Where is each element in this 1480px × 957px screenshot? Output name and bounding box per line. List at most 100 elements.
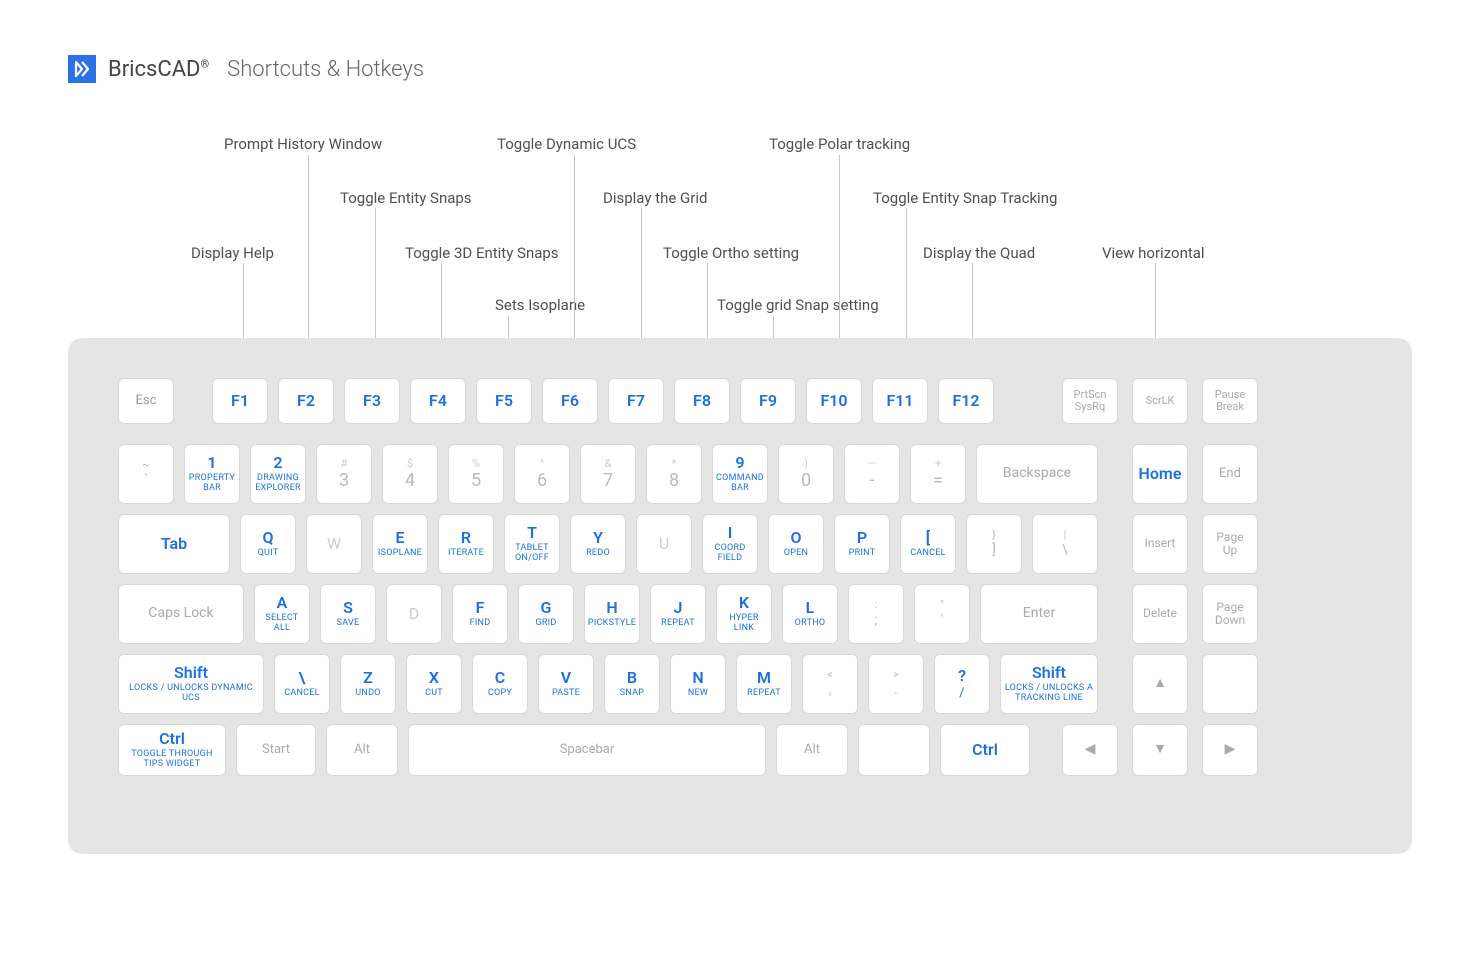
key-left-ctrl[interactable]: CtrlTOGGLE THROUGH TIPS WIDGET — [118, 724, 226, 776]
key-blank-right[interactable] — [1202, 654, 1258, 714]
key-arrow-right[interactable]: ▶ — [1202, 724, 1258, 776]
callout-f6: Toggle Dynamic UCS — [497, 135, 636, 153]
key-v[interactable]: VPASTE — [538, 654, 594, 714]
key-right-shift[interactable]: ShiftLOCKS / UNLOCKS A TRACKING LINE — [1000, 654, 1098, 714]
key-intl-backslash[interactable]: \CANCEL — [274, 654, 330, 714]
key-e[interactable]: EISOPLANE — [372, 514, 428, 574]
key-f11[interactable]: F11 — [872, 378, 928, 424]
key-b[interactable]: BSNAP — [604, 654, 660, 714]
key-pause[interactable]: PauseBreak — [1202, 378, 1258, 424]
key-prtscn[interactable]: PrtScnSysRq — [1062, 378, 1118, 424]
key-page-up[interactable]: PageUp — [1202, 514, 1258, 574]
callout-home: View horizontal — [1102, 244, 1205, 262]
key-3[interactable]: #3 — [316, 444, 372, 504]
key-f6[interactable]: F6 — [542, 378, 598, 424]
brand-name: BricsCAD® — [108, 57, 209, 82]
key-f2[interactable]: F2 — [278, 378, 334, 424]
key-comma[interactable]: <, — [802, 654, 858, 714]
callout-f12: Display the Quad — [923, 244, 1035, 262]
key-minus[interactable]: —- — [844, 444, 900, 504]
key-backslash[interactable]: |\ — [1032, 514, 1098, 574]
key-tilde[interactable]: ~` — [118, 444, 174, 504]
key-f3[interactable]: F3 — [344, 378, 400, 424]
key-2[interactable]: 2DRAWING EXPLORER — [250, 444, 306, 504]
key-delete[interactable]: Delete — [1132, 584, 1188, 644]
key-right-bracket[interactable]: }] — [966, 514, 1022, 574]
key-f1[interactable]: F1 — [212, 378, 268, 424]
key-menu[interactable] — [858, 724, 930, 776]
key-a[interactable]: ASELECT ALL — [254, 584, 310, 644]
key-f12[interactable]: F12 — [938, 378, 994, 424]
key-f7[interactable]: F7 — [608, 378, 664, 424]
key-left-alt[interactable]: Alt — [326, 724, 398, 776]
page-subtitle: Shortcuts & Hotkeys — [227, 57, 424, 82]
key-t[interactable]: TTABLET ON/OFF — [504, 514, 560, 574]
key-quote[interactable]: "' — [914, 584, 970, 644]
key-arrow-up[interactable]: ▲ — [1132, 654, 1188, 714]
key-n[interactable]: NNEW — [670, 654, 726, 714]
key-l[interactable]: LORTHO — [782, 584, 838, 644]
key-h[interactable]: HPICKSTYLE — [584, 584, 640, 644]
key-left-shift[interactable]: ShiftLOCKS / UNLOCKS DYNAMIC UCS — [118, 654, 264, 714]
key-enter[interactable]: Enter — [980, 584, 1098, 644]
key-home[interactable]: Home — [1132, 444, 1188, 504]
key-8[interactable]: *8 — [646, 444, 702, 504]
key-g[interactable]: GGRID — [518, 584, 574, 644]
key-0[interactable]: )0 — [778, 444, 834, 504]
key-scrlk[interactable]: ScrLK — [1132, 378, 1188, 424]
key-left-bracket[interactable]: [CANCEL — [900, 514, 956, 574]
key-4[interactable]: $4 — [382, 444, 438, 504]
key-escape[interactable]: Esc — [118, 378, 174, 424]
keyboard: Esc F1 F2 F3 F4 F5 F6 F7 F8 F9 F10 F11 F… — [68, 338, 1412, 854]
key-s[interactable]: SSAVE — [320, 584, 376, 644]
key-right-alt[interactable]: Alt — [776, 724, 848, 776]
key-f[interactable]: FFIND — [452, 584, 508, 644]
key-insert[interactable]: Insert — [1132, 514, 1188, 574]
key-page-down[interactable]: PageDown — [1202, 584, 1258, 644]
key-y[interactable]: YREDO — [570, 514, 626, 574]
key-r[interactable]: RITERATE — [438, 514, 494, 574]
key-w[interactable]: W — [306, 514, 362, 574]
key-f8[interactable]: F8 — [674, 378, 730, 424]
key-6[interactable]: ^6 — [514, 444, 570, 504]
key-end[interactable]: End — [1202, 444, 1258, 504]
key-spacebar[interactable]: Spacebar — [408, 724, 766, 776]
key-caps-lock[interactable]: Caps Lock — [118, 584, 244, 644]
key-1[interactable]: 1PROPERTY BAR — [184, 444, 240, 504]
key-d[interactable]: D — [386, 584, 442, 644]
key-semicolon[interactable]: :; — [848, 584, 904, 644]
key-backspace[interactable]: Backspace — [976, 444, 1098, 504]
key-right-ctrl[interactable]: Ctrl — [940, 724, 1030, 776]
key-u[interactable]: U — [636, 514, 692, 574]
key-i[interactable]: ICOORD FIELD — [702, 514, 758, 574]
key-f9[interactable]: F9 — [740, 378, 796, 424]
key-tab[interactable]: Tab — [118, 514, 230, 574]
key-equals[interactable]: += — [910, 444, 966, 504]
key-z[interactable]: ZUNDO — [340, 654, 396, 714]
key-5[interactable]: %5 — [448, 444, 504, 504]
logo-icon — [68, 55, 96, 83]
key-slash[interactable]: ?/ — [934, 654, 990, 714]
key-9[interactable]: 9COMMAND BAR — [712, 444, 768, 504]
key-f10[interactable]: F10 — [806, 378, 862, 424]
key-f4[interactable]: F4 — [410, 378, 466, 424]
key-f5[interactable]: F5 — [476, 378, 532, 424]
key-q[interactable]: QQUIT — [240, 514, 296, 574]
callout-f3: Toggle Entity Snaps — [340, 189, 472, 207]
key-arrow-left[interactable]: ◀ — [1062, 724, 1118, 776]
key-o[interactable]: OOPEN — [768, 514, 824, 574]
key-x[interactable]: XCUT — [406, 654, 462, 714]
key-m[interactable]: MREPEAT — [736, 654, 792, 714]
key-7[interactable]: &7 — [580, 444, 636, 504]
callout-f5: Sets Isoplane — [495, 296, 585, 314]
callout-f7: Display the Grid — [603, 189, 707, 207]
callout-f2: Prompt History Window — [224, 135, 382, 153]
key-start[interactable]: Start — [236, 724, 316, 776]
key-c[interactable]: CCOPY — [472, 654, 528, 714]
key-period[interactable]: >. — [868, 654, 924, 714]
key-p[interactable]: PPRINT — [834, 514, 890, 574]
key-arrow-down[interactable]: ▼ — [1132, 724, 1188, 776]
key-k[interactable]: KHYPER LINK — [716, 584, 772, 644]
callout-f11: Toggle Entity Snap Tracking — [873, 189, 1057, 207]
key-j[interactable]: JREPEAT — [650, 584, 706, 644]
